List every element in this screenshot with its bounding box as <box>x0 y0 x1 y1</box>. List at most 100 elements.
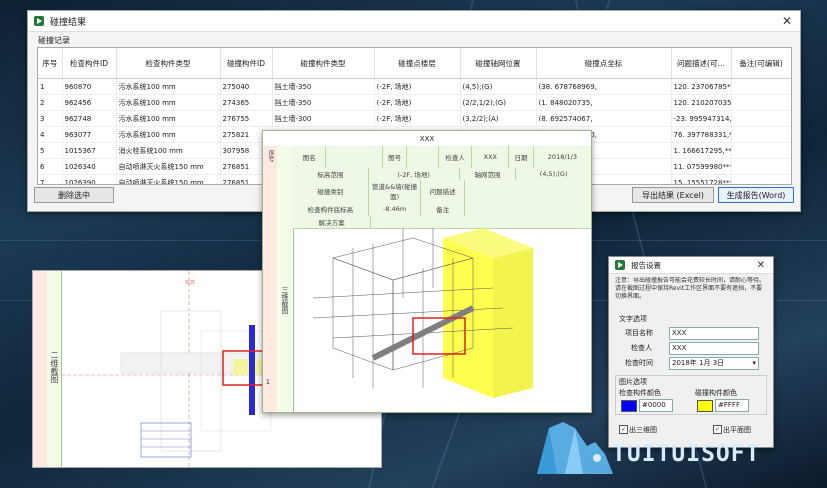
3d-view-checkbox[interactable]: ✓ <box>619 425 628 434</box>
report-cell: 检查构件底标高 <box>293 202 369 216</box>
report-cell: 标高范围 <box>293 168 369 180</box>
table-cell: 2 <box>38 94 63 111</box>
project-name-input[interactable]: XXX <box>669 327 759 340</box>
table-cell <box>731 142 791 159</box>
section-label: 碰撞记录 <box>38 36 70 45</box>
report-label-column: 三维截图 <box>277 146 294 412</box>
table-cell: (-2F, 场地) <box>374 78 461 95</box>
table-cell <box>731 174 791 184</box>
report-cell: 图名 <box>293 146 327 168</box>
report-cell: 日期 <box>509 146 534 168</box>
table-cell: 挡土墙-350 <box>272 78 375 95</box>
logo-text: TUITUISOFT <box>612 441 761 467</box>
column-header[interactable]: 碰撞轴网位置 <box>460 48 537 79</box>
report-cell <box>326 146 383 168</box>
table-cell: 275040 <box>220 78 273 95</box>
table-cell: (38. 678768969, <box>536 78 672 95</box>
settings-title: 报告设置 <box>631 260 661 270</box>
report-seq-label: 序号 <box>267 150 274 162</box>
check-color-input[interactable]: #0000 <box>639 399 673 412</box>
report-cell <box>407 146 439 168</box>
report-item-number: 1 <box>266 379 270 386</box>
table-row[interactable]: 1 960870 污水系统100 mm 275040 挡土墙-350 (-2F, 场地)(… <box>38 78 791 95</box>
plan-dim-label: 标高 <box>185 280 196 286</box>
report-row-type: 碰撞类别 管道&&墙(碰撞面) 问题描述 <box>293 180 591 203</box>
column-header[interactable]: 检查构件ID <box>62 48 117 79</box>
settings-titlebar: 报告设置 ✕ <box>609 257 773 274</box>
report-cell: 图号 <box>383 146 408 168</box>
table-header: 序号 检查构件ID 检查构件类型 碰撞构件ID 碰撞构件类型 碰撞点楼层 碰撞轴… <box>38 48 791 79</box>
report-settings-dialog: 报告设置 ✕ 注意：导出碰撞报告可能会花费较长时间，请耐心等待。请在截图过程中保… <box>608 256 774 448</box>
plan-view-checkbox[interactable]: ✓ <box>713 425 722 434</box>
table-cell: 1 <box>38 78 63 95</box>
close-icon[interactable]: ✕ <box>782 14 792 28</box>
report-cell: 2018/1/3 <box>547 153 577 161</box>
table-cell: (3,2/2);(A) <box>460 110 537 127</box>
column-header[interactable]: 备注(可编辑) <box>731 48 791 79</box>
table-cell: (-2F, 场地) <box>374 94 461 111</box>
check-color-swatch[interactable] <box>621 400 637 412</box>
table-cell: 1026340 <box>62 158 117 175</box>
report-cell: (-2F, 场地) <box>369 168 460 180</box>
column-header[interactable]: 碰撞构件ID <box>220 48 273 79</box>
report-title: XXX <box>263 131 591 147</box>
generate-report-button[interactable]: 生成报告(Word) <box>718 187 794 203</box>
report-cell: XXX <box>472 146 510 168</box>
table-cell: 污水系统100 mm <box>116 78 221 95</box>
dialog-title: 碰撞结果 <box>50 17 87 28</box>
table-cell: -23. 995947314,*** <box>671 110 732 127</box>
table-cell: 1015367 <box>62 142 117 159</box>
column-header[interactable]: 问题描述(可… <box>671 48 732 79</box>
report-cell: 问题描述 <box>421 180 465 202</box>
column-header[interactable]: 检查构件类型 <box>116 48 221 79</box>
report-cell: 检查人 <box>439 146 473 168</box>
settings-app-icon <box>615 260 625 270</box>
column-header[interactable]: 碰撞构件类型 <box>272 48 375 79</box>
table-cell: (2/2,1/2);(G) <box>460 94 537 111</box>
table-cell: 1026390 <box>62 174 117 184</box>
table-cell: 消火栓系统100 mm <box>116 142 221 159</box>
table-cell <box>731 158 791 175</box>
plan-side-label: 二维截图 <box>50 351 59 383</box>
hit-color-swatch[interactable] <box>697 400 713 412</box>
table-cell: 6 <box>38 158 63 175</box>
report-cell: 管道&&墙(碰撞面) <box>369 180 422 202</box>
plan-view-label: 出平面图 <box>723 426 751 434</box>
check-time-value: 2018年 1月 3日 <box>672 359 725 367</box>
table-row[interactable]: 3 962748 污水系统100 mm 276755 挡土墙-300 (-2F, 场地)(… <box>38 110 791 127</box>
table-cell: 76. 397788331,*** <box>671 126 732 143</box>
report-row-bottom-elevation: 检查构件底标高 -8.46m 备注 <box>293 202 591 217</box>
table-cell: 5 <box>38 142 63 159</box>
settings-close-icon[interactable]: ✕ <box>757 260 765 271</box>
project-label: 项目名称 <box>625 329 653 337</box>
table-cell: (4,5);(G) <box>460 78 537 95</box>
table-cell: 自动喷淋灭火系统150 mm <box>116 174 221 184</box>
report-cell: 备注 <box>421 202 465 216</box>
table-cell <box>731 110 791 127</box>
table-cell: (-2F, 场地) <box>374 110 461 127</box>
3d-view-drawing <box>312 228 533 398</box>
table-cell: 15. 15551728*** <box>671 174 732 184</box>
export-excel-button[interactable]: 导出结果 (Excel) <box>632 187 714 203</box>
column-header[interactable]: 序号 <box>38 48 63 79</box>
table-cell: 挡土墙-350 <box>272 94 375 111</box>
report-cell: 碰撞类别 <box>293 180 369 202</box>
column-header[interactable]: 碰撞点楼层 <box>374 48 461 79</box>
report-3d-side-label: 三维截图 <box>281 286 289 314</box>
app-icon <box>34 16 44 26</box>
checker-input[interactable]: XXX <box>669 342 759 355</box>
check-time-picker[interactable]: 2018年 1月 3日 ▾ <box>669 357 759 370</box>
table-row[interactable]: 2 962456 污水系统100 mm 274365 挡土墙-350 (-2F, 场地)(… <box>38 94 791 111</box>
time-label: 检查时间 <box>625 359 653 367</box>
table-cell <box>731 126 791 143</box>
hit-color-label: 碰撞构件颜色 <box>695 389 737 397</box>
delete-selected-button[interactable]: 删除选中 <box>34 187 114 203</box>
hit-color-input[interactable]: #FFFF <box>715 399 749 412</box>
table-cell: 4 <box>38 126 63 143</box>
report-cell: (4,5);(G) <box>539 170 568 178</box>
table-cell: 挡土墙-300 <box>272 110 375 127</box>
report-preview: XXX 序号 1 三维截图 图名 图号 检查人 XXX 日期 2018/1/3 … <box>262 130 592 413</box>
table-cell: 960870 <box>62 78 117 95</box>
column-header[interactable]: 碰撞点坐标 <box>536 48 672 79</box>
calendar-icon[interactable]: ▾ <box>752 358 756 369</box>
